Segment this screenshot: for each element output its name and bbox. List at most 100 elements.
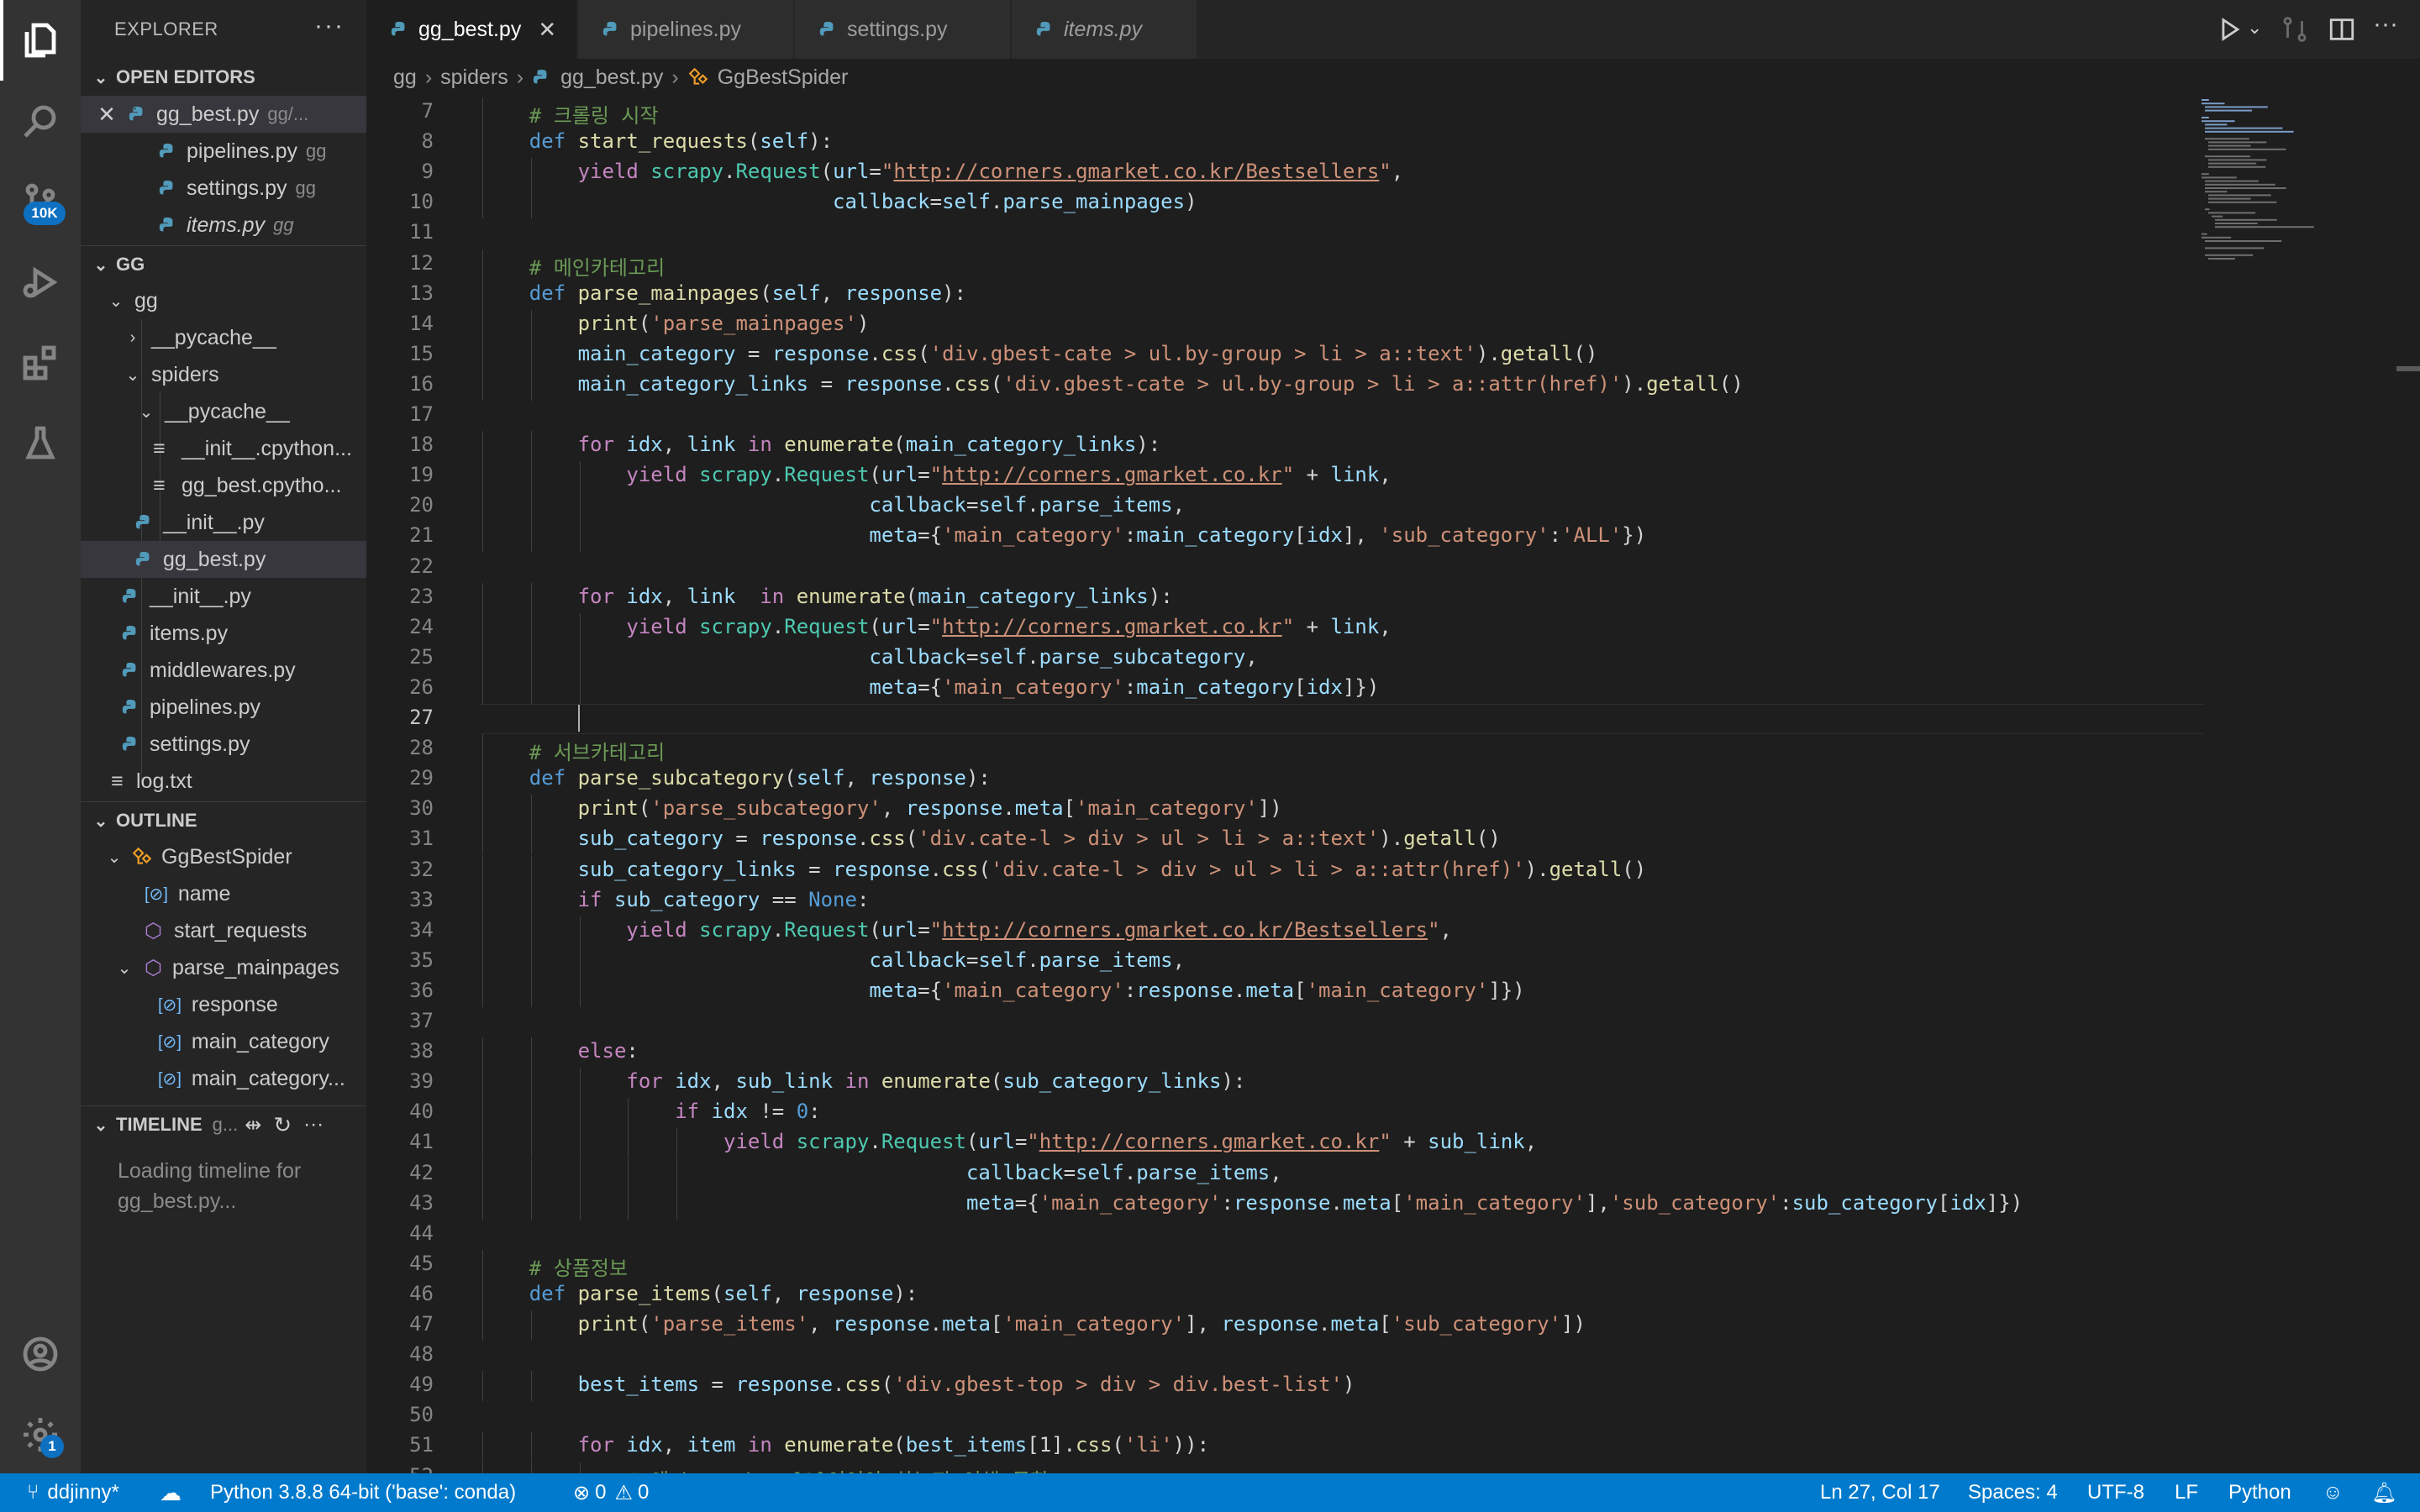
variable-symbol-icon: [⊘] — [145, 885, 168, 904]
tree-folder-spiders[interactable]: ⌄ spiders — [81, 356, 366, 393]
open-editor-item[interactable]: pipelines.py gg — [81, 133, 366, 170]
open-editor-item[interactable]: ✕ gg_best.py gg/... — [81, 96, 366, 133]
tree-file-selected[interactable]: gg_best.py — [81, 541, 366, 578]
outline-variable[interactable]: [⊘] name — [81, 875, 366, 912]
run-debug-icon[interactable] — [0, 242, 81, 323]
indent-guide — [482, 1279, 483, 1310]
run-icon[interactable] — [2215, 15, 2244, 44]
tree-file[interactable]: items.py — [81, 615, 366, 652]
tree-file[interactable]: middlewares.py — [81, 652, 366, 689]
indent-guide — [530, 946, 532, 977]
indent-guide — [530, 976, 532, 1007]
line-number: 30 — [409, 796, 434, 821]
indent-guide — [530, 1128, 532, 1159]
tree-file[interactable]: pipelines.py — [81, 689, 366, 726]
chevron-right-icon: › — [516, 65, 524, 89]
indent-guide — [579, 1098, 581, 1129]
timeline-header[interactable]: ⌄ TIMELINE g... ⇹ ↻ ··· — [81, 1105, 366, 1143]
outline-method[interactable]: ⌄ ⬡ parse_mainpages — [81, 949, 366, 986]
minimap-line — [2208, 197, 2251, 200]
manage-gear-icon[interactable] — [0, 1394, 81, 1475]
text-file-icon: ≡ — [111, 769, 124, 793]
open-editor-item[interactable]: items.py gg — [81, 207, 366, 244]
outline-class[interactable]: ⌄ GgBestSpider — [81, 838, 366, 875]
code-line: print('parse_mainpages') — [577, 311, 870, 335]
refresh-icon[interactable]: ↻ — [273, 1112, 292, 1138]
line-number: 22 — [409, 554, 434, 578]
breadcrumb-item[interactable]: gg — [393, 66, 417, 90]
minimap-line — [2205, 191, 2228, 193]
outline-variable[interactable]: [⊘] response — [81, 986, 366, 1023]
folder-header[interactable]: ⌄ GG — [81, 245, 366, 283]
split-editor-icon[interactable] — [2328, 15, 2356, 44]
line-number: 43 — [409, 1190, 434, 1215]
indent-guide — [530, 461, 532, 492]
tree-file[interactable]: ≡ gg_best.cpytho... — [81, 467, 366, 504]
feedback-icon[interactable]: ☺ — [2323, 1473, 2344, 1512]
outline-header[interactable]: ⌄ OUTLINE — [81, 801, 366, 839]
open-editor-item[interactable]: settings.py gg — [81, 170, 366, 207]
line-ending[interactable]: LF — [2175, 1473, 2198, 1512]
notifications-bell-icon[interactable]: 🔔︎ — [2371, 1473, 2396, 1512]
outline-method[interactable]: ⬡ start_requests — [81, 912, 366, 949]
tab-items[interactable]: items.py — [1012, 0, 1197, 59]
python-file-icon — [533, 69, 547, 84]
code-line: meta={'main_category':response.meta['mai… — [965, 1190, 2023, 1215]
compare-changes-icon[interactable] — [2281, 15, 2309, 44]
indent-guide — [530, 1158, 532, 1189]
tree-folder-pycache[interactable]: › __pycache__ — [81, 319, 366, 356]
line-number: 52 — [366, 1464, 434, 1474]
indentation[interactable]: Spaces: 4 — [1968, 1473, 2058, 1512]
editor-tab-bar: gg_best.py ✕ pipelines.py settings.py it… — [366, 0, 2420, 59]
tree-file[interactable]: ≡ __init__.cpython... — [81, 430, 366, 467]
tab-pipelines[interactable]: pipelines.py — [578, 0, 794, 59]
tree-file[interactable]: settings.py — [81, 726, 366, 763]
tab-settings[interactable]: settings.py — [795, 0, 1011, 59]
more-actions-icon[interactable]: ··· — [303, 1113, 324, 1137]
explorer-icon[interactable] — [0, 0, 81, 81]
indent-guide — [530, 916, 532, 947]
problems-status[interactable]: ⊗ 0 ⚠ 0 — [573, 1473, 649, 1512]
code-editor[interactable]: 7 # 크롤링 시작 8 def start_requests(self): 9 yiel… — [366, 96, 2215, 1473]
breadcrumb-item[interactable]: spiders — [440, 66, 508, 90]
breadcrumb-item[interactable]: GgBestSpider — [718, 66, 849, 90]
close-icon[interactable]: ✕ — [538, 17, 556, 43]
outline-variable[interactable]: [⊘] main_category — [81, 1023, 366, 1060]
extensions-icon[interactable] — [0, 323, 81, 403]
cursor-position[interactable]: Ln 27, Col 17 — [1820, 1473, 1940, 1512]
indent-guide — [530, 1310, 532, 1341]
chevron-down-icon[interactable]: ⌄ — [2247, 17, 2262, 45]
tab-gg-best[interactable]: gg_best.py ✕ — [366, 0, 577, 59]
branch-status[interactable]: ⑂ ddjinny* — [27, 1473, 119, 1512]
indent-guide — [530, 1068, 532, 1099]
search-icon[interactable] — [0, 81, 81, 161]
close-icon[interactable]: ✕ — [81, 102, 128, 128]
indent-guide — [482, 1189, 483, 1220]
tree-file[interactable]: __init__.py — [81, 578, 366, 615]
sync-icon[interactable]: ☁ — [160, 1473, 182, 1512]
minimap-line — [2202, 236, 2232, 239]
outline-variable[interactable]: [⊘] main_category... — [81, 1060, 366, 1097]
indent-guide — [482, 461, 483, 492]
tree-file[interactable]: __init__.py — [81, 504, 366, 541]
minimap[interactable] — [2195, 96, 2405, 432]
settings-badge: 1 — [40, 1435, 64, 1458]
more-actions-icon[interactable]: ··· — [2373, 10, 2398, 39]
indent-guide — [482, 158, 483, 189]
tree-folder-gg[interactable]: ⌄ gg — [81, 282, 366, 319]
more-actions-icon[interactable]: ··· — [314, 12, 345, 40]
accounts-icon[interactable] — [0, 1314, 81, 1394]
pin-icon[interactable]: ⇹ — [245, 1113, 261, 1137]
language-mode[interactable]: Python — [2228, 1473, 2291, 1512]
breadcrumb-item[interactable]: gg_best.py — [560, 66, 663, 90]
testing-icon[interactable] — [0, 403, 81, 484]
python-interpreter[interactable]: Python 3.8.8 64-bit ('base': conda) — [210, 1473, 516, 1512]
scrollbar-thumb[interactable] — [2396, 366, 2420, 371]
tree-folder-pycache[interactable]: ⌄ __pycache__ — [81, 393, 366, 430]
encoding[interactable]: UTF-8 — [2087, 1473, 2144, 1512]
open-editors-header[interactable]: ⌄ OPEN EDITORS — [81, 59, 366, 96]
indent-guide — [579, 1068, 581, 1099]
method-symbol-icon: ⬡ — [145, 956, 162, 979]
tree-file[interactable]: ≡ log.txt — [81, 763, 366, 800]
indent-guide — [530, 431, 532, 462]
